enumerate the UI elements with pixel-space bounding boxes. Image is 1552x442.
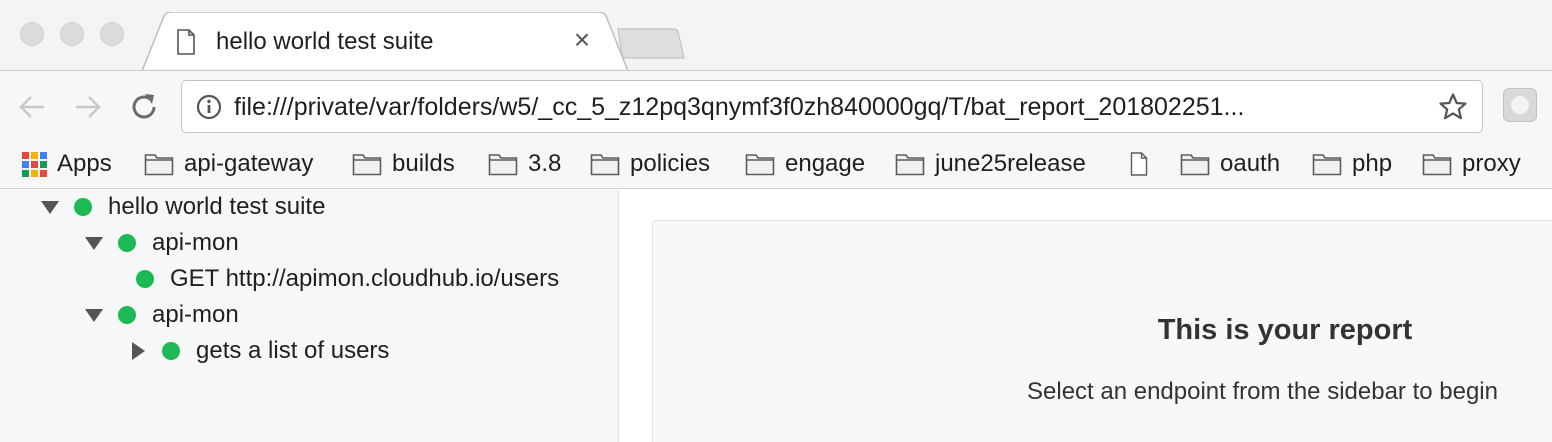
reload-icon[interactable] (129, 91, 161, 123)
bookmark-apps[interactable]: Apps (22, 146, 112, 182)
bookmark-label: policies (630, 150, 711, 177)
url-text[interactable]: file:///private/var/folders/w5/_cc_5_z12… (234, 93, 1422, 122)
tree-node-test[interactable]: gets a list of users (128, 334, 389, 368)
tree-node-api-mon[interactable]: api-mon (84, 226, 239, 260)
document-icon (177, 29, 195, 55)
browser-toolbar: file:///private/var/folders/w5/_cc_5_z12… (0, 70, 1552, 142)
bookmarks-bar: Apps api-gateway builds 3.8 policies eng… (0, 142, 1552, 189)
tree-node-endpoint[interactable]: GET http://apimon.cloudhub.io/users (136, 262, 559, 296)
page-icon (1130, 152, 1148, 176)
caret-down-icon[interactable] (84, 305, 104, 325)
status-pass-icon (162, 342, 180, 360)
forward-arrow-icon[interactable] (72, 91, 104, 123)
bookmark-june25release[interactable]: june25release (895, 146, 1086, 182)
folder-icon (590, 154, 620, 176)
bookmark-policies[interactable]: policies (590, 146, 710, 182)
bookmark-php[interactable]: php (1312, 146, 1392, 182)
bookmark-builds[interactable]: builds (352, 146, 455, 182)
folder-icon (895, 154, 925, 176)
report-sidebar: hello world test suite api-mon GET http:… (0, 190, 619, 442)
status-pass-icon (118, 234, 136, 252)
folder-icon (1180, 154, 1210, 176)
bookmark-label: Apps (57, 150, 112, 177)
new-tab-button[interactable] (616, 28, 686, 60)
bookmark-label: 3.8 (528, 150, 562, 177)
bookmark-engage[interactable]: engage (745, 146, 865, 182)
tree-node-label: GET http://apimon.cloudhub.io/users (170, 265, 560, 292)
bookmark-label: engage (785, 150, 866, 177)
bookmark-star-icon[interactable] (1438, 92, 1468, 122)
bookmark-api-gateway[interactable]: api-gateway (144, 146, 313, 182)
bookmark-label: api-gateway (184, 150, 314, 177)
browser-tab-active[interactable]: hello world test suite × (142, 12, 628, 72)
report-subtitle: Select an endpoint from the sidebar to b… (1027, 378, 1498, 405)
window-minimize-button[interactable] (60, 22, 84, 46)
bookmark-proxy[interactable]: proxy (1422, 146, 1521, 182)
bookmark-page[interactable] (1130, 146, 1158, 182)
browser-titlebar: hello world test suite × (0, 0, 1552, 72)
back-arrow-icon[interactable] (16, 91, 48, 123)
tab-title: hello world test suite (216, 28, 434, 55)
apps-grid-icon (22, 151, 47, 177)
folder-icon (144, 154, 174, 176)
status-pass-icon (136, 270, 154, 288)
tree-node-label: api-mon (152, 301, 239, 328)
info-icon[interactable] (196, 94, 222, 120)
report-main: This is your report Select an endpoint f… (620, 190, 1552, 442)
folder-icon (1422, 154, 1452, 176)
bookmark-label: june25release (935, 150, 1086, 177)
tab-close-icon[interactable]: × (570, 26, 594, 54)
window-close-button[interactable] (20, 22, 44, 46)
caret-down-icon[interactable] (84, 233, 104, 253)
bookmark-oauth[interactable]: oauth (1180, 146, 1280, 182)
folder-icon (1312, 154, 1342, 176)
folder-icon (352, 154, 382, 176)
caret-down-icon[interactable] (40, 197, 60, 217)
address-bar[interactable]: file:///private/var/folders/w5/_cc_5_z12… (181, 80, 1483, 133)
status-pass-icon (74, 198, 92, 216)
bookmark-label: php (1352, 150, 1393, 177)
tree-node-label: hello world test suite (108, 193, 326, 220)
caret-right-icon[interactable] (128, 341, 148, 361)
report-title: This is your report (1157, 314, 1413, 346)
bookmark-label: oauth (1220, 150, 1281, 177)
bookmark-3-8[interactable]: 3.8 (488, 146, 561, 182)
bookmark-label: proxy (1462, 150, 1521, 177)
extension-icon[interactable] (1503, 88, 1537, 122)
tree-node-label: api-mon (152, 229, 239, 256)
bookmark-label: builds (392, 150, 455, 177)
window-zoom-button[interactable] (100, 22, 124, 46)
folder-icon (745, 154, 775, 176)
folder-icon (488, 154, 518, 176)
tree-node-label: gets a list of users (196, 337, 390, 364)
tree-node-api-mon[interactable]: api-mon (84, 298, 239, 332)
status-pass-icon (118, 306, 136, 324)
tree-node-suite[interactable]: hello world test suite (40, 190, 325, 224)
